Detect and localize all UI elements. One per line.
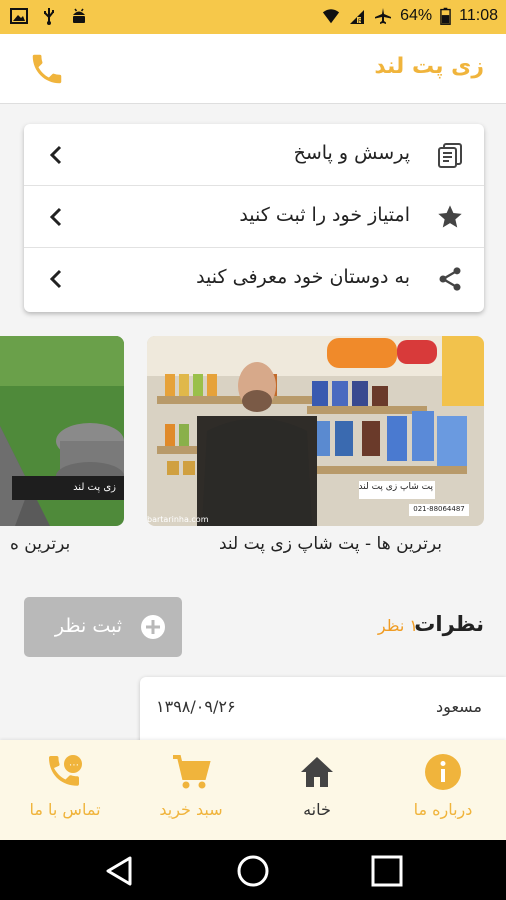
star-icon	[438, 205, 462, 228]
status-bar: R 64% 11:08	[0, 0, 506, 34]
add-comment-button[interactable]: ثبت نظر	[24, 597, 182, 657]
usb-icon	[44, 8, 54, 25]
nav-contact[interactable]: ⋯ تماس با ما	[2, 740, 128, 840]
watermark: bartarinha.com	[147, 515, 209, 524]
park-photo	[0, 336, 124, 526]
svg-text:⋯: ⋯	[69, 760, 79, 771]
back-icon[interactable]	[102, 854, 136, 888]
status-notifications	[10, 7, 88, 25]
video-thumbnail[interactable]: bartarinha.com پت شاپ زی پت لند 021-8806…	[147, 336, 484, 526]
sign-text: پت شاپ زی پت لند	[358, 482, 433, 492]
svg-text:R: R	[358, 19, 363, 25]
bottom-navigation: درباره ما خانه سبد خرید ⋯ تماس با ما	[0, 740, 506, 840]
video-strip[interactable]: bartarinha.com پت شاپ زی پت لند 021-8806…	[0, 336, 506, 566]
nav-cart[interactable]: سبد خرید	[128, 740, 254, 840]
nav-home[interactable]: خانه	[254, 740, 380, 840]
menu-item-label: به دوستان خود معرفی کنید	[196, 266, 410, 288]
airplane-icon	[375, 8, 392, 24]
chevron-left-icon	[49, 207, 62, 227]
comments-header: نظرات ۱ نظر ثبت نظر	[0, 596, 506, 660]
info-icon	[425, 754, 461, 790]
menu-card: پرسش و پاسخ امتیاز خود را ثبت کنید به دو…	[24, 124, 484, 312]
menu-item-share[interactable]: به دوستان خود معرفی کنید	[24, 248, 484, 310]
comment-author: مسعود	[436, 697, 482, 716]
phone-call-icon: ⋯	[49, 755, 82, 786]
video-thumbnail[interactable]: زی پت لند	[0, 336, 124, 526]
recents-icon[interactable]	[370, 854, 404, 888]
nav-about[interactable]: درباره ما	[380, 740, 506, 840]
android-icon	[73, 8, 85, 23]
nav-label: سبد خرید	[159, 800, 223, 819]
menu-item-faq[interactable]: پرسش و پاسخ	[24, 124, 484, 186]
nav-label: تماس با ما	[29, 800, 101, 819]
app-bar: زی پت لند	[0, 34, 506, 104]
nav-label: خانه	[303, 800, 331, 819]
clock: 11:08	[459, 7, 498, 24]
cart-icon	[173, 755, 211, 789]
system-navigation-bar	[0, 840, 506, 900]
comments-count: ۱ نظر	[377, 616, 418, 635]
add-comment-label: ثبت نظر	[54, 615, 122, 637]
comment-date: ۱۳۹۸/۰۹/۲۶	[156, 697, 236, 716]
app-title: زی پت لند	[374, 54, 484, 79]
menu-item-label: امتیاز خود را ثبت کنید	[239, 204, 410, 226]
nav-label: درباره ما	[413, 800, 473, 819]
status-system: R 64% 11:08	[322, 6, 498, 26]
chevron-left-icon	[49, 145, 62, 165]
home-button-icon[interactable]	[236, 854, 270, 888]
comments-title: نظرات	[414, 612, 484, 636]
menu-item-label: پرسش و پاسخ	[293, 142, 410, 164]
sign-text: زی پت لند	[73, 482, 116, 493]
chevron-left-icon	[49, 269, 62, 289]
share-icon	[439, 267, 461, 291]
faq-icon	[438, 143, 462, 168]
home-icon	[301, 757, 333, 787]
sign-phone: 021-88064487	[413, 505, 465, 513]
phone-icon[interactable]	[28, 50, 66, 88]
plus-circle-icon	[141, 615, 165, 639]
signal-icon: R	[350, 10, 365, 25]
battery-percent: 64%	[400, 7, 433, 24]
wifi-icon	[323, 9, 340, 24]
menu-item-rate[interactable]: امتیاز خود را ثبت کنید	[24, 186, 484, 248]
video-caption: برترین ه	[10, 534, 71, 554]
image-icon	[10, 8, 28, 24]
video-caption: برترین ها - پت شاپ زی پت لند	[218, 534, 442, 554]
shop-photo: bartarinha.com	[147, 336, 484, 526]
battery-icon	[440, 7, 451, 25]
